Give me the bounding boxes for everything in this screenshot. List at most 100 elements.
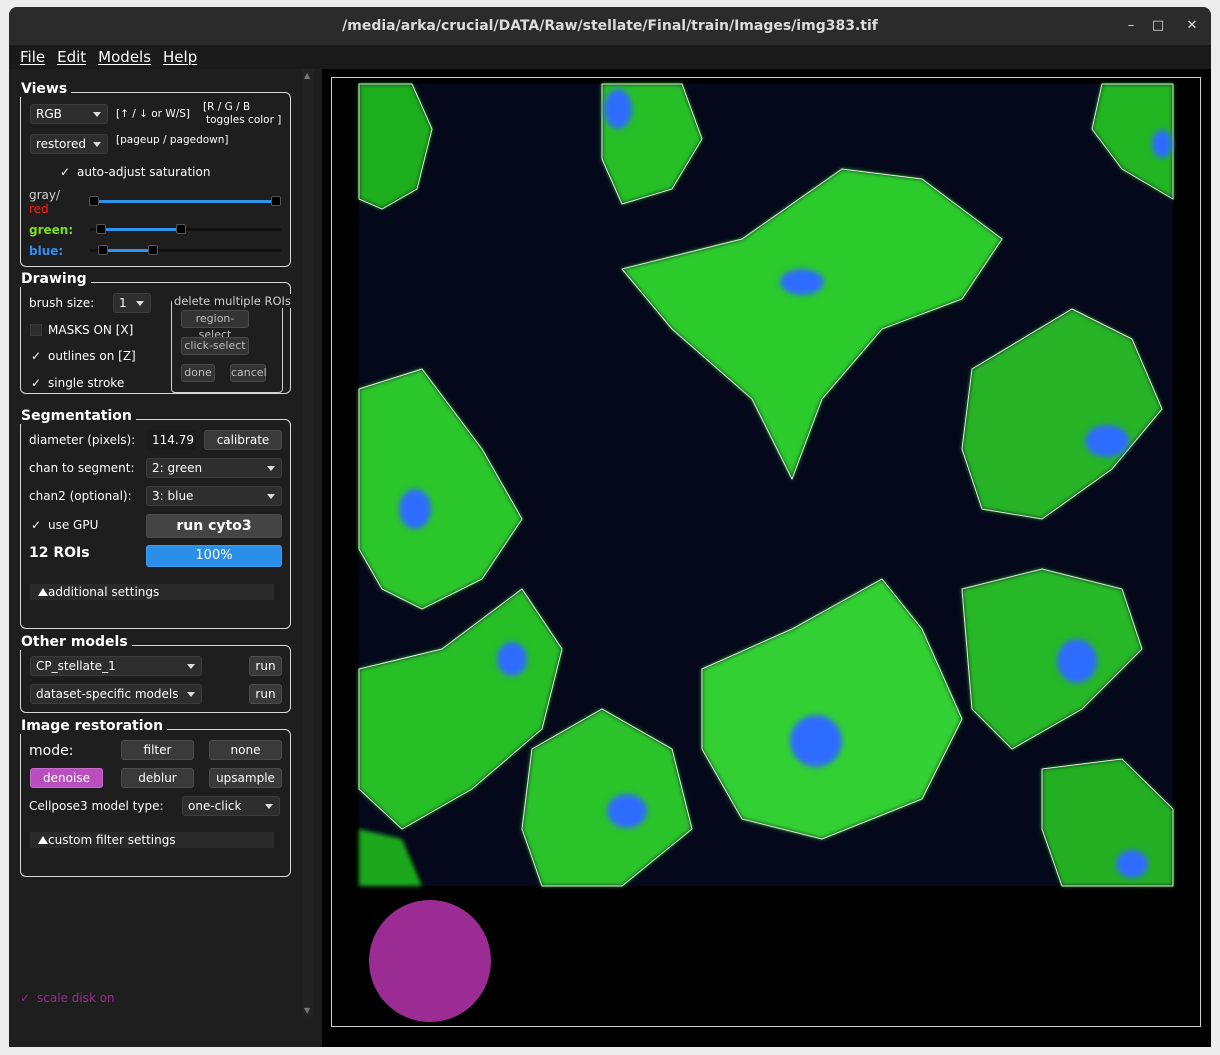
- nucleus: [790, 715, 842, 767]
- rgb-hint: [R / G / B: [203, 101, 251, 113]
- close-icon[interactable]: ✕: [1181, 16, 1203, 36]
- chevron-down-icon: [187, 692, 195, 697]
- restoration-title: Image restoration: [20, 718, 168, 734]
- green-label: green:: [29, 223, 74, 237]
- single-stroke-checkbox[interactable]: ✓: [30, 377, 42, 389]
- none-button[interactable]: none: [209, 740, 282, 760]
- chevron-down-icon: [267, 494, 275, 499]
- segmentation-progress: 100%: [146, 545, 282, 567]
- calibrate-button[interactable]: calibrate: [204, 430, 282, 450]
- chan2-label: chan2 (optional):: [29, 489, 132, 503]
- views-title: Views: [20, 81, 72, 97]
- menu-bar: File Edit Models Help: [9, 45, 1211, 69]
- window-title: /media/arka/crucial/DATA/Raw/stellate/Fi…: [342, 18, 878, 34]
- maximize-icon[interactable]: □: [1147, 16, 1169, 36]
- use-gpu-checkbox[interactable]: ✓: [30, 519, 42, 531]
- brush-size-value: 1: [119, 296, 127, 310]
- app-window: /media/arka/crucial/DATA/Raw/stellate/Fi…: [9, 7, 1211, 1047]
- model-type-label: Cellpose3 model type:: [29, 799, 164, 813]
- blue-slider-fill: [103, 249, 153, 252]
- chan2-select[interactable]: 3: blue: [146, 486, 282, 506]
- additional-settings-label: additional settings: [48, 585, 160, 599]
- scale-disk-checkbox[interactable]: ✓: [19, 992, 31, 1004]
- nucleus: [780, 269, 824, 295]
- image-view-value: restored: [36, 137, 87, 151]
- gray-slider-max-handle[interactable]: [271, 196, 281, 206]
- menu-edit[interactable]: Edit: [57, 45, 86, 69]
- auto-adjust-label: auto-adjust saturation: [77, 165, 211, 179]
- upsample-button[interactable]: upsample: [209, 768, 282, 788]
- scroll-up-icon[interactable]: ▲: [304, 71, 310, 80]
- scale-disk-label: scale disk on: [37, 991, 115, 1005]
- run-cyto3-button[interactable]: run cyto3: [146, 514, 282, 538]
- blue-slider-min-handle[interactable]: [98, 245, 108, 255]
- chevron-down-icon: [187, 664, 195, 669]
- run-model-1-button[interactable]: run: [249, 656, 282, 676]
- restoration-group: Image restoration mode: filter none deno…: [20, 718, 291, 877]
- image-view-select[interactable]: restored: [30, 134, 108, 154]
- auto-adjust-checkbox[interactable]: ✓: [59, 166, 71, 178]
- done-button[interactable]: done: [181, 364, 215, 382]
- gray-slider-fill: [98, 200, 276, 203]
- cancel-button[interactable]: cancel: [230, 364, 267, 382]
- chevron-down-icon: [267, 466, 275, 471]
- masks-checkbox[interactable]: [30, 324, 42, 336]
- additional-settings-toggle[interactable]: additional settings: [30, 584, 274, 600]
- masks-label: MASKS ON [X]: [48, 323, 134, 337]
- click-select-button[interactable]: click-select: [181, 337, 249, 355]
- menu-help[interactable]: Help: [163, 45, 197, 69]
- denoise-button[interactable]: denoise: [30, 768, 103, 788]
- use-gpu-label: use GPU: [48, 518, 99, 532]
- diameter-label: diameter (pixels):: [29, 433, 136, 447]
- outlines-checkbox[interactable]: ✓: [30, 350, 42, 362]
- brush-size-select[interactable]: 1: [113, 293, 151, 313]
- segmentation-group: Segmentation diameter (pixels): 114.79 c…: [20, 408, 291, 629]
- region-select-button[interactable]: region-select: [181, 310, 249, 341]
- triangle-up-icon: [38, 836, 48, 844]
- nucleus: [1085, 425, 1129, 457]
- single-stroke-label: single stroke: [48, 376, 125, 390]
- chan-segment-select[interactable]: 2: green: [146, 458, 282, 478]
- chan2-value: 3: blue: [152, 489, 194, 503]
- microscopy-image[interactable]: [322, 69, 1211, 1047]
- filter-button[interactable]: filter: [121, 740, 194, 760]
- model-type-select[interactable]: one-click: [182, 796, 280, 816]
- custom-filter-toggle[interactable]: custom filter settings: [30, 832, 274, 848]
- drawing-group: Drawing brush size: 1 MASKS ON [X] ✓ out…: [20, 271, 293, 394]
- outlines-label: outlines on [Z]: [48, 349, 136, 363]
- green-slider-min-handle[interactable]: [96, 224, 106, 234]
- page-hint: [pageup / pagedown]: [116, 134, 229, 146]
- panel-scrollbar[interactable]: ▲ ▼: [302, 69, 314, 1017]
- model-select-2[interactable]: dataset-specific models: [30, 684, 202, 704]
- menu-models[interactable]: Models: [98, 45, 151, 69]
- color-mode-value: RGB: [36, 107, 62, 121]
- diameter-input[interactable]: 114.79: [146, 430, 196, 450]
- color-mode-select[interactable]: RGB: [30, 104, 108, 124]
- model-type-value: one-click: [188, 799, 242, 813]
- gray-slider-min-handle[interactable]: [89, 196, 99, 206]
- nucleus: [604, 89, 632, 129]
- menu-file[interactable]: File: [20, 45, 45, 69]
- nucleus: [1057, 639, 1097, 683]
- minimize-icon[interactable]: –: [1120, 16, 1142, 36]
- chan-segment-value: 2: green: [152, 461, 203, 475]
- chevron-down-icon: [265, 804, 273, 809]
- color-hint: [↑ / ↓ or W/S]: [116, 108, 191, 120]
- green-slider-max-handle[interactable]: [176, 224, 186, 234]
- model-1-value: CP_stellate_1: [36, 659, 116, 673]
- nucleus: [399, 489, 431, 529]
- blue-slider-max-handle[interactable]: [148, 245, 158, 255]
- deblur-button[interactable]: deblur: [121, 768, 194, 788]
- brush-size-label: brush size:: [29, 296, 95, 310]
- chan-segment-label: chan to segment:: [29, 461, 135, 475]
- segmentation-title: Segmentation: [20, 408, 136, 424]
- drawing-title: Drawing: [20, 271, 91, 287]
- run-model-2-button[interactable]: run: [249, 684, 282, 704]
- image-canvas-area[interactable]: [322, 69, 1211, 1047]
- other-models-group: Other models CP_stellate_1 run dataset-s…: [20, 634, 291, 713]
- mode-label: mode:: [29, 743, 74, 759]
- chevron-down-icon: [93, 112, 101, 117]
- model-select-1[interactable]: CP_stellate_1: [30, 656, 202, 676]
- scroll-down-icon[interactable]: ▼: [304, 1006, 310, 1015]
- nucleus: [1152, 130, 1172, 158]
